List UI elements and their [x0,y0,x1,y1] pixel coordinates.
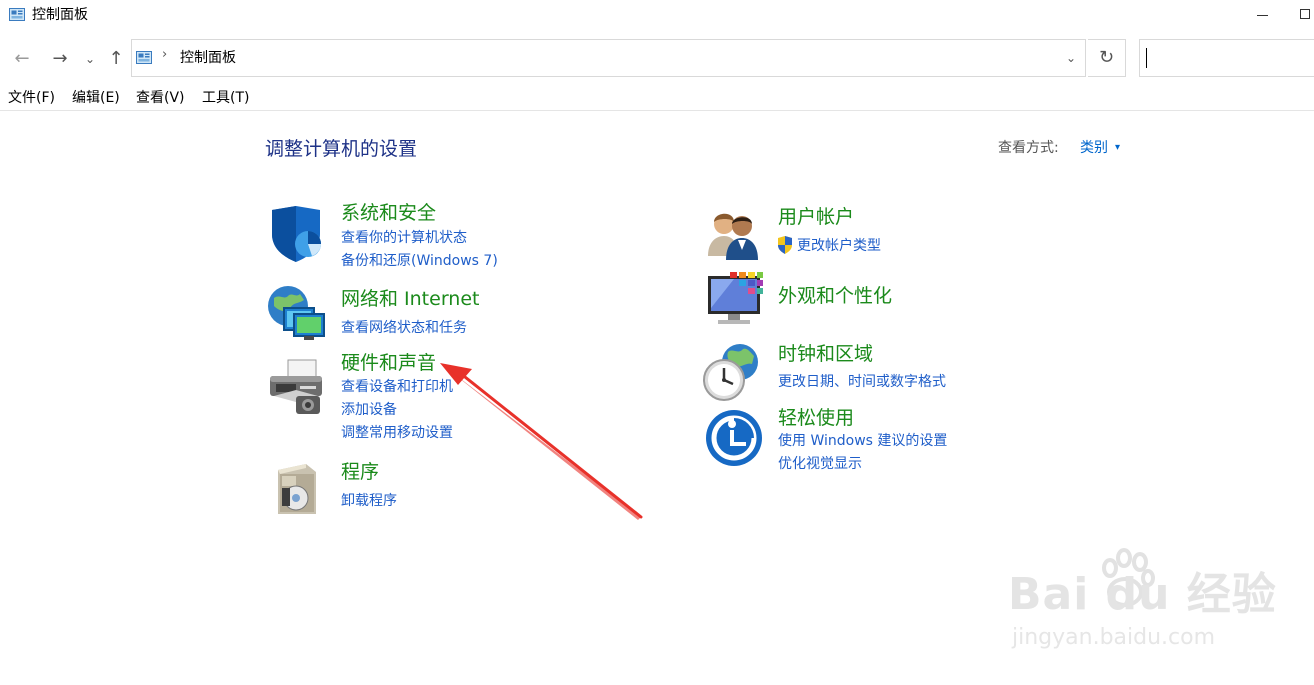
breadcrumb[interactable]: 控制面板 [180,48,236,68]
maximize-button[interactable] [1296,0,1314,32]
link-view-computer-status[interactable]: 查看你的计算机状态 [341,228,467,248]
address-bar[interactable] [131,39,1086,77]
minimize-button[interactable] [1245,0,1291,32]
menu-view[interactable]: 查看(V) [136,89,185,107]
chevron-right-icon[interactable]: › [162,47,167,62]
category-hardware-sound[interactable]: 硬件和声音 [341,350,436,376]
category-clock-region[interactable]: 时钟和区域 [778,341,873,367]
network-globe-icon[interactable] [266,284,326,344]
link-optimize-visual-display[interactable]: 优化视觉显示 [778,454,862,474]
category-ease-of-access[interactable]: 轻松使用 [778,405,854,431]
link-uninstall-program[interactable]: 卸载程序 [341,491,397,511]
category-user-accounts[interactable]: 用户帐户 [778,204,854,230]
link-recommended-settings[interactable]: 使用 Windows 建议的设置 [778,431,947,451]
link-backup-restore[interactable]: 备份和还原(Windows 7) [341,251,498,271]
ease-of-access-icon[interactable] [704,408,764,468]
search-input[interactable] [1139,39,1314,77]
uac-shield-icon [778,236,792,254]
red-arrow-annotation [440,363,643,520]
page-title: 调整计算机的设置 [265,138,418,160]
watermark-url: jingyan.baidu.com [1012,625,1216,650]
shield-icon[interactable] [266,204,326,264]
view-by-dropdown[interactable]: 类别 [1080,138,1108,158]
link-change-account-type[interactable]: 更改帐户类型 [797,236,881,256]
chevron-down-icon[interactable]: ⌄ [1058,40,1084,76]
title-bar [0,0,1314,34]
recent-locations-button[interactable]: ⌄ [82,44,98,74]
refresh-button[interactable]: ↻ [1088,39,1126,77]
category-programs[interactable]: 程序 [341,459,379,485]
menu-bar: 文件(F) 编辑(E) 查看(V) 工具(T) [0,86,1314,111]
window-title: 控制面板 [32,7,88,23]
monitor-colors-icon[interactable] [704,270,764,330]
up-button[interactable]: ↑ [104,44,128,74]
text-caret [1146,48,1147,68]
view-by-label: 查看方式: [998,140,1059,156]
menu-file[interactable]: 文件(F) [8,89,55,107]
menu-edit[interactable]: 编辑(E) [72,89,120,107]
users-icon[interactable] [704,206,764,266]
forward-button[interactable]: → [48,44,72,74]
control-panel-icon [9,8,25,21]
link-change-date-time-format[interactable]: 更改日期、时间或数字格式 [778,372,946,392]
control-panel-icon [136,51,152,64]
printer-icon[interactable] [266,356,326,416]
category-system-security[interactable]: 系统和安全 [341,200,436,226]
menu-tools[interactable]: 工具(T) [202,89,249,107]
watermark-brand: Bai du 经验 [1008,569,1277,620]
category-network-internet[interactable]: 网络和 Internet [341,286,479,312]
link-network-status-tasks[interactable]: 查看网络状态和任务 [341,318,467,338]
programs-disc-icon[interactable] [266,458,326,518]
category-appearance[interactable]: 外观和个性化 [778,283,892,309]
back-button[interactable]: ← [10,44,34,74]
caret-down-icon[interactable]: ▾ [1115,139,1120,157]
link-add-device[interactable]: 添加设备 [341,400,397,420]
clock-globe-icon[interactable] [702,342,762,402]
